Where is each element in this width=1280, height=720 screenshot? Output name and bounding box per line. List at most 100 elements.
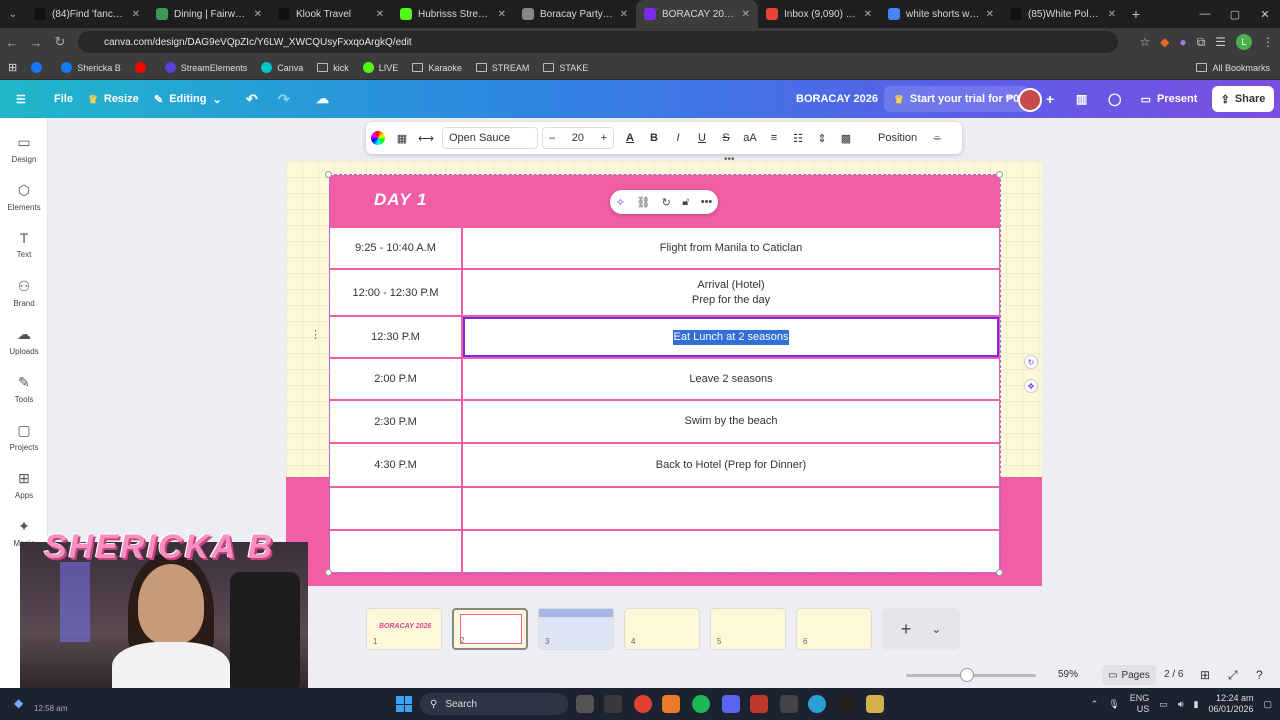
activity-cell[interactable]: Back to Hotel (Prep for Dinner)	[463, 444, 999, 486]
activity-cell[interactable]: Eat Lunch at 2 seasons	[463, 317, 999, 357]
close-tab-icon[interactable]: ✕	[864, 9, 872, 20]
insights-chart-icon[interactable]: ▥	[1076, 92, 1087, 106]
time-text[interactable]: 12:30 P.M	[371, 331, 420, 343]
chevron-down-icon[interactable]: ⌄	[931, 622, 941, 636]
underline-icon[interactable]: U	[690, 132, 714, 144]
activity-line[interactable]: Back to Hotel (Prep for Dinner)	[656, 458, 806, 473]
add-collaborator-icon[interactable]: +	[1046, 91, 1054, 107]
resize-handle-tl[interactable]	[325, 171, 332, 178]
bookmark-item[interactable]	[134, 62, 151, 73]
redo-icon[interactable]: ↷	[278, 91, 290, 108]
app-icon-orange[interactable]	[662, 695, 680, 713]
app-icon-dark[interactable]	[838, 695, 856, 713]
time-text[interactable]: 2:00 P.M	[374, 373, 417, 385]
activity-line[interactable]: Arrival (Hotel)	[692, 278, 770, 293]
cloud-saved-icon[interactable]: ☁	[316, 91, 329, 107]
clock[interactable]: 12:24 am 06/01/2026	[1208, 693, 1253, 715]
rail-item-elements[interactable]: ⬡ Elements	[0, 182, 48, 212]
close-tab-icon[interactable]: ✕	[742, 9, 750, 20]
rail-item-tools[interactable]: ✎ Tools	[0, 374, 48, 404]
transparency-icon[interactable]: ▩	[834, 132, 858, 145]
share-button[interactable]: ⇪ Share	[1212, 86, 1274, 112]
forward-icon[interactable]: →	[24, 35, 48, 50]
resize-button[interactable]: ♛ Resize	[88, 93, 139, 106]
close-tab-icon[interactable]: ✕	[254, 9, 262, 20]
activity-cell[interactable]: Arrival (Hotel) Prep for the day	[463, 270, 999, 315]
browser-tab[interactable]: Boracay Party Yacht E ✕	[514, 0, 636, 28]
add-page-button[interactable]: + ⌄	[882, 608, 960, 650]
copy-style-icon[interactable]: ⌯	[925, 132, 949, 145]
profile-avatar[interactable]: L	[1236, 34, 1252, 50]
rail-item-text[interactable]: T Text	[0, 230, 48, 259]
notification-icon[interactable]: ▢	[1263, 699, 1272, 710]
time-text[interactable]: 9:25 - 10:40 A.M	[355, 242, 436, 254]
extension-icon-2[interactable]: ●	[1179, 35, 1186, 49]
reading-list-icon[interactable]: ☰	[1215, 35, 1226, 49]
browser-tab[interactable]: (85)White Polo for Be ✕	[1002, 0, 1124, 28]
bookmark-item[interactable]	[31, 62, 47, 73]
zoom-level[interactable]: 59%	[1058, 669, 1078, 680]
browser-tab[interactable]: (84)Find 'fancy dinne ✕	[26, 0, 148, 28]
file-menu[interactable]: File	[54, 93, 73, 105]
italic-icon[interactable]: I	[666, 132, 690, 144]
activity-cell[interactable]: Swim by the beach	[463, 401, 999, 442]
table-row[interactable]	[330, 488, 999, 531]
rotate-icon[interactable]: ↻	[1024, 355, 1038, 369]
comment-icon[interactable]: ◯	[1108, 92, 1121, 106]
table-row[interactable]: 12:30 P.M Eat Lunch at 2 seasons	[330, 317, 999, 359]
table-row[interactable]: 9:25 - 10:40 A.M Flight from Manila to C…	[330, 228, 999, 270]
link-icon[interactable]: ⛓	[636, 196, 650, 209]
row-drag-handle-icon[interactable]: ⋮	[310, 328, 321, 341]
table-row[interactable]: 2:00 P.M Leave 2 seasons	[330, 359, 999, 401]
close-tab-icon[interactable]: ✕	[376, 9, 384, 20]
tray-chevron-icon[interactable]: ⌃	[1091, 699, 1099, 710]
undo-icon[interactable]: ↶	[246, 91, 258, 108]
rail-item-design[interactable]: ▭ Design	[0, 134, 48, 164]
align-center-icon[interactable]: ≡	[762, 132, 786, 144]
present-button[interactable]: ▭ Present	[1134, 86, 1204, 112]
spacing-icon[interactable]: ⇕	[810, 132, 834, 145]
discord-icon[interactable]	[722, 695, 740, 713]
more-options-dots-icon[interactable]: •••	[724, 154, 735, 165]
browser-tab[interactable]: BORACAY 2026 - Pre ✕	[636, 0, 758, 28]
bookmark-item[interactable]: STREAM	[475, 62, 529, 73]
time-cell[interactable]: 12:00 - 12:30 P.M	[330, 270, 463, 315]
battery-icon[interactable]: ▮	[1193, 699, 1198, 710]
color-wheel-icon[interactable]	[366, 131, 390, 145]
zoom-slider-knob[interactable]	[960, 668, 974, 682]
decrease-size-icon[interactable]: –	[549, 132, 555, 144]
bookmark-item[interactable]: Canva	[261, 62, 303, 73]
activity-cell[interactable]	[463, 488, 999, 529]
time-text[interactable]: 2:30 P.M	[374, 416, 417, 428]
app-icon[interactable]	[604, 695, 622, 713]
table-row[interactable]: 4:30 P.M Back to Hotel (Prep for Dinner)	[330, 444, 999, 488]
maximize-icon[interactable]: ▢	[1220, 8, 1250, 21]
more-icon[interactable]: •••	[701, 196, 713, 208]
tab-search-menu[interactable]: ⌄	[0, 9, 26, 20]
browser-tab[interactable]: white shorts with whi ✕	[880, 0, 1002, 28]
resize-handle-tr[interactable]	[996, 171, 1003, 178]
all-bookmarks[interactable]: All Bookmarks	[1196, 63, 1270, 73]
page-thumbnail[interactable]: 2	[452, 608, 528, 650]
activity-cell[interactable]	[463, 531, 999, 572]
time-cell[interactable]	[330, 488, 463, 529]
bookmark-item[interactable]: Shericka B	[61, 62, 121, 73]
letter-case-icon[interactable]: aA	[738, 132, 762, 144]
browser-menu-icon[interactable]: ⋮	[1262, 35, 1274, 49]
lock-icon[interactable]: 🔓︎	[682, 196, 689, 209]
obs-icon[interactable]	[780, 695, 798, 713]
close-tab-icon[interactable]: ✕	[620, 9, 628, 20]
editing-mode-dropdown[interactable]: ✎ Editing ⌄	[154, 93, 222, 106]
rail-item-apps[interactable]: ⊞ Apps	[0, 470, 48, 500]
table-row[interactable]: 2:30 P.M Swim by the beach	[330, 401, 999, 444]
extension-icon[interactable]: ◆	[1160, 35, 1169, 49]
font-size-value[interactable]: 20	[572, 132, 584, 144]
time-cell[interactable]: 2:30 P.M	[330, 401, 463, 442]
resize-handle-bl[interactable]	[325, 569, 332, 576]
font-family-dropdown[interactable]: Open Sauce	[442, 127, 538, 149]
activity-line[interactable]: Eat Lunch at 2 seasons	[672, 329, 790, 345]
pages-toggle-button[interactable]: ▭ Pages	[1102, 665, 1156, 685]
time-cell[interactable]: 4:30 P.M	[330, 444, 463, 486]
browser-tab[interactable]: Klook Travel ✕	[270, 0, 392, 28]
page-thumbnail[interactable]: 3	[538, 608, 614, 650]
